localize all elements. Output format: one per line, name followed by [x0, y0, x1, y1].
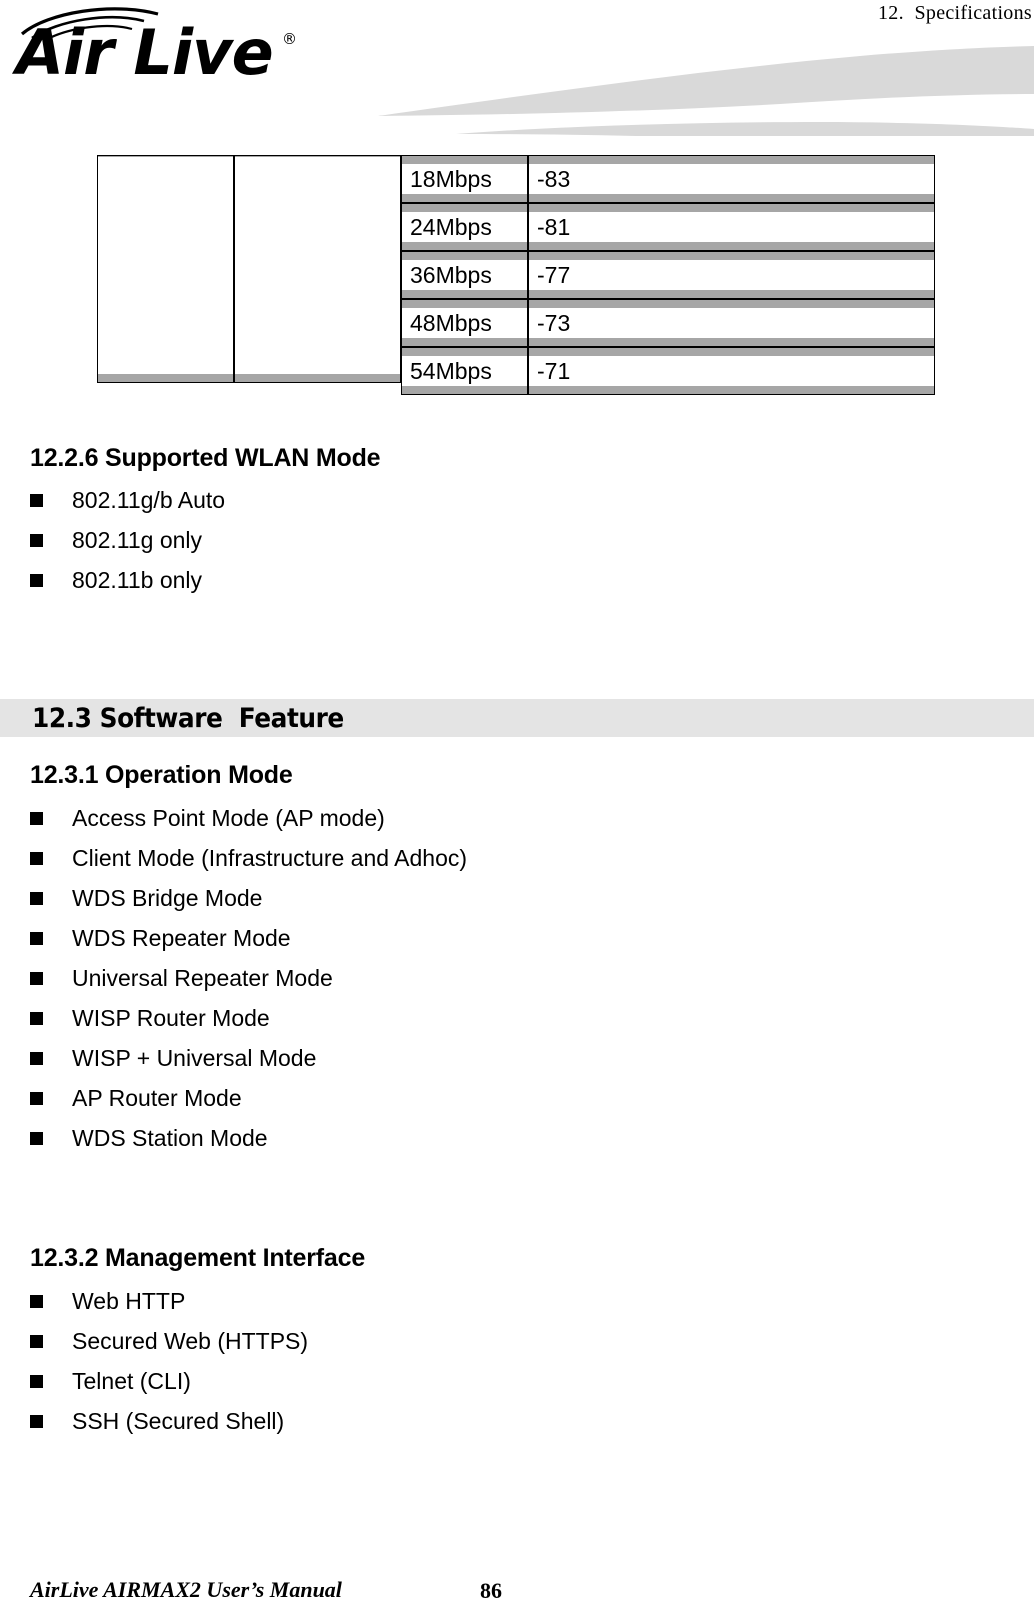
footer-manual-title: AirLive AIRMAX2 User’s Manual [30, 1577, 342, 1602]
table-cell-sensitivity: -81 [528, 203, 935, 251]
list-item: 802.11g/b Auto [30, 480, 225, 520]
list-item: Telnet (CLI) [30, 1361, 191, 1401]
list-item: WISP Router Mode [30, 998, 270, 1038]
list-item-label: WDS Station Mode [72, 1125, 268, 1151]
square-bullet-icon [30, 1131, 43, 1145]
square-bullet-icon [30, 851, 43, 865]
table-row: 18Mbps -83 [97, 155, 935, 383]
list-item-label: WISP + Universal Mode [72, 1045, 317, 1071]
square-bullet-icon [30, 1374, 43, 1388]
list-item-label: Secured Web (HTTPS) [72, 1328, 309, 1354]
sensitivity-value: -83 [529, 164, 934, 194]
list-item: Client Mode (Infrastructure and Adhoc) [30, 838, 467, 878]
square-bullet-icon [30, 1414, 43, 1428]
square-bullet-icon [30, 1011, 43, 1025]
list-item-label: Universal Repeater Mode [72, 965, 333, 991]
heading-supported-wlan-mode: 12.2.6 Supported WLAN Mode [30, 444, 381, 472]
list-item: Access Point Mode (AP mode) [30, 798, 385, 838]
list-item-label: WDS Bridge Mode [72, 885, 263, 911]
page-header: 12. Specifications Air Live ® [0, 0, 1034, 136]
list-item: SSH (Secured Shell) [30, 1401, 284, 1441]
table-cell-rate: 48Mbps [401, 299, 528, 347]
list-item: WISP + Universal Mode [30, 1038, 316, 1078]
rate-value: 18Mbps [402, 164, 527, 194]
table-cell-sensitivity: -83 [528, 155, 935, 203]
heading-software-feature: 12.3 Software Feature [32, 703, 344, 734]
airlive-logo: Air Live ® [10, 4, 340, 104]
list-item-label: 802.11g only [72, 527, 203, 553]
logo-wordmark: Air Live [16, 16, 274, 89]
list-item-label: WDS Repeater Mode [72, 925, 291, 951]
table-cell-sensitivity: -71 [528, 347, 935, 395]
square-bullet-icon [30, 1294, 43, 1308]
list-item: WDS Bridge Mode [30, 878, 262, 918]
list-item-label: SSH (Secured Shell) [72, 1408, 285, 1434]
list-item-label: AP Router Mode [72, 1085, 242, 1111]
heading-operation-mode: 12.3.1 Operation Mode [30, 761, 293, 789]
list-item-label: Access Point Mode (AP mode) [72, 805, 385, 831]
list-item: Universal Repeater Mode [30, 958, 333, 998]
table-cell-subcategory-continued [234, 155, 401, 395]
list-item-label: 802.11b only [72, 567, 203, 593]
footer-page-number: 86 [480, 1578, 502, 1603]
sensitivity-value: -81 [529, 212, 934, 242]
table-cell-category-continued [97, 155, 234, 395]
list-item-label: WISP Router Mode [72, 1005, 270, 1031]
square-bullet-icon [30, 1334, 43, 1348]
table-cell-rate: 24Mbps [401, 203, 528, 251]
square-bullet-icon [30, 971, 43, 985]
table-cell-sensitivity: -77 [528, 251, 935, 299]
rate-value: 54Mbps [402, 356, 527, 386]
rate-value: 48Mbps [402, 308, 527, 338]
list-item-label: 802.11g/b Auto [72, 487, 226, 513]
list-item-label: Telnet (CLI) [72, 1368, 191, 1394]
sensitivity-value: -77 [529, 260, 934, 290]
list-item: Web HTTP [30, 1281, 185, 1321]
rate-value: 24Mbps [402, 212, 527, 242]
sensitivity-value: -73 [529, 308, 934, 338]
list-item-label: Web HTTP [72, 1288, 186, 1314]
heading-management-interface: 12.3.2 Management Interface [30, 1244, 366, 1272]
square-bullet-icon [30, 1051, 43, 1065]
list-item: 802.11g only [30, 520, 202, 560]
list-item-label: Client Mode (Infrastructure and Adhoc) [72, 845, 468, 871]
registered-trademark-icon: ® [282, 30, 297, 48]
table-cell-rate: 54Mbps [401, 347, 528, 395]
list-item: WDS Repeater Mode [30, 918, 291, 958]
list-item: AP Router Mode [30, 1078, 242, 1118]
rate-value: 36Mbps [402, 260, 527, 290]
square-bullet-icon [30, 493, 43, 507]
list-item: WDS Station Mode [30, 1118, 268, 1158]
square-bullet-icon [30, 811, 43, 825]
square-bullet-icon [30, 533, 43, 547]
list-item: Secured Web (HTTPS) [30, 1321, 308, 1361]
sensitivity-table: 18Mbps -83 24Mbps -81 36Mbps -77 48Mbps … [97, 155, 935, 395]
square-bullet-icon [30, 573, 43, 587]
square-bullet-icon [30, 1091, 43, 1105]
table-cell-sensitivity: -73 [528, 299, 935, 347]
square-bullet-icon [30, 931, 43, 945]
table-cell-rate: 36Mbps [401, 251, 528, 299]
sensitivity-value: -71 [529, 356, 934, 386]
list-item: 802.11b only [30, 560, 202, 600]
square-bullet-icon [30, 891, 43, 905]
table-cell-rate: 18Mbps [401, 155, 528, 203]
